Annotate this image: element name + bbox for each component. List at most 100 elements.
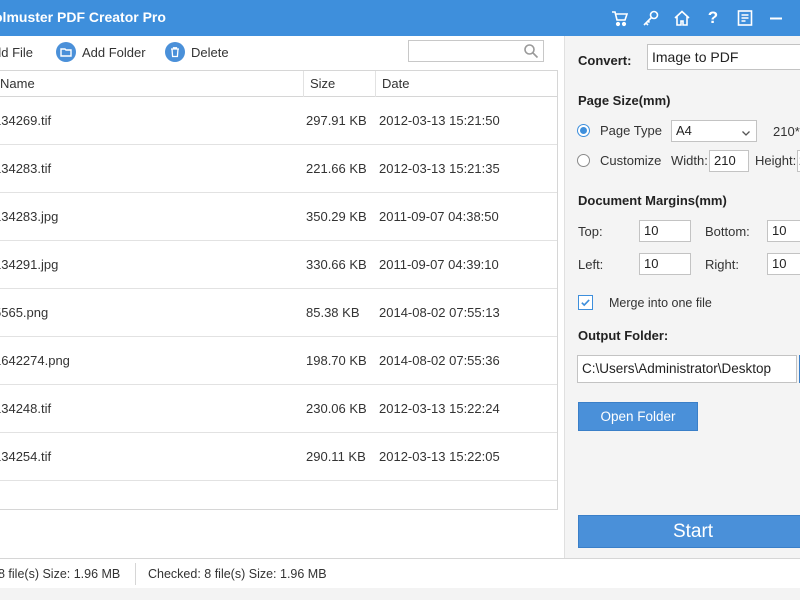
right-margin-label: Right: xyxy=(705,257,739,272)
table-body: 134269.tif297.91 KB2012-03-13 15:21:5013… xyxy=(0,97,557,481)
page-type-label: Page Type xyxy=(600,123,662,138)
margins-heading: Document Margins(mm) xyxy=(578,193,727,208)
table-row[interactable]: 1642274.png 198.70 KB 2014-08-02 07:55:36 xyxy=(0,337,557,385)
top-margin-label: Top: xyxy=(578,224,603,239)
add-folder-label: Add Folder xyxy=(82,44,146,60)
search-box xyxy=(408,40,544,62)
chevron-down-icon xyxy=(740,125,752,137)
left-margin-input[interactable]: 10 xyxy=(639,253,691,275)
delete-label: Delete xyxy=(191,44,229,60)
checkmark-icon xyxy=(581,299,590,307)
file-size: 85.38 KB xyxy=(306,305,360,320)
table-row[interactable]: 134283.tif 221.66 KB 2012-03-13 15:21:35 xyxy=(0,145,557,193)
file-name: 134291.jpg xyxy=(0,257,59,272)
customize-radio[interactable] xyxy=(577,154,590,167)
open-folder-label: Open Folder xyxy=(600,409,676,424)
convert-label: Convert: xyxy=(578,53,632,68)
add-file-button[interactable]: dd File xyxy=(0,41,33,63)
customize-label: Customize xyxy=(600,153,662,168)
start-label: Start xyxy=(672,520,714,542)
search-icon[interactable] xyxy=(523,43,539,59)
status-bar: 8 file(s) Size: 1.96 MB Checked: 8 file(… xyxy=(0,558,800,588)
page-type-value: A4 xyxy=(676,123,692,138)
file-list-panel: dd File Add Folder Delete Name Size Date xyxy=(0,36,564,558)
file-date: 2012-03-13 15:21:50 xyxy=(379,113,500,128)
page-dimensions: 210*2 xyxy=(773,124,800,139)
file-name: 134248.tif xyxy=(0,401,52,416)
trash-icon xyxy=(165,42,185,62)
table-header: Name Size Date xyxy=(0,71,557,97)
file-name: 134269.tif xyxy=(0,113,52,128)
bottom-margin-value: 10 xyxy=(772,223,787,238)
start-button[interactable]: Start xyxy=(578,515,800,548)
column-header-size[interactable]: Size xyxy=(303,71,375,97)
file-date: 2012-03-13 15:21:35 xyxy=(379,161,500,176)
file-size: 221.66 KB xyxy=(306,161,367,176)
home-icon[interactable] xyxy=(672,8,692,28)
height-label: Height: xyxy=(755,153,797,168)
status-checked: Checked: 8 file(s) Size: 1.96 MB xyxy=(148,567,327,581)
window-title: olmuster PDF Creator Pro xyxy=(0,9,166,25)
open-folder-button[interactable]: Open Folder xyxy=(578,402,698,431)
table-row[interactable]: 134283.jpg 350.29 KB 2011-09-07 04:38:50 xyxy=(0,193,557,241)
file-name: 5565.png xyxy=(0,305,49,320)
file-size: 230.06 KB xyxy=(306,401,367,416)
page-type-radio[interactable] xyxy=(577,124,590,137)
output-path-input[interactable]: C:\Users\Administrator\Desktop xyxy=(577,355,797,383)
file-size: 350.29 KB xyxy=(306,209,367,224)
file-date: 2011-09-07 04:38:50 xyxy=(379,209,499,224)
title-bar: olmuster PDF Creator Pro ? xyxy=(0,0,800,36)
file-date: 2012-03-13 15:22:05 xyxy=(379,449,500,464)
file-name: 1642274.png xyxy=(0,353,70,368)
status-total: 8 file(s) Size: 1.96 MB xyxy=(0,567,121,581)
feedback-icon[interactable] xyxy=(735,8,755,28)
toolbar: dd File Add Folder Delete xyxy=(0,36,564,68)
width-input[interactable]: 210 xyxy=(709,150,749,172)
convert-select[interactable]: Image to PDF xyxy=(647,44,800,70)
width-label: Width: xyxy=(671,153,708,168)
top-margin-input[interactable]: 10 xyxy=(639,220,691,242)
file-size: 290.11 KB xyxy=(306,449,366,464)
search-input[interactable] xyxy=(409,41,517,61)
file-name: 134254.tif xyxy=(0,449,52,464)
status-divider xyxy=(135,563,136,585)
column-header-name[interactable]: Name xyxy=(0,71,303,97)
file-size: 297.91 KB xyxy=(306,113,367,128)
output-path-value: C:\Users\Administrator\Desktop xyxy=(582,361,772,376)
column-header-date[interactable]: Date xyxy=(375,71,557,97)
file-size: 198.70 KB xyxy=(306,353,367,368)
table-row[interactable]: 134291.jpg 330.66 KB 2011-09-07 04:39:10 xyxy=(0,241,557,289)
table-row[interactable]: 134254.tif 290.11 KB 2012-03-13 15:22:05 xyxy=(0,433,557,481)
delete-button[interactable]: Delete xyxy=(165,41,229,63)
file-size: 330.66 KB xyxy=(306,257,367,272)
settings-panel: Convert: Image to PDF Page Size(mm) Page… xyxy=(564,36,800,558)
table-row[interactable]: 134269.tif 297.91 KB 2012-03-13 15:21:50 xyxy=(0,97,557,145)
key-icon[interactable] xyxy=(641,8,661,28)
page-type-select[interactable]: A4 xyxy=(671,120,757,142)
file-table: Name Size Date 134269.tif 297.91 KB 2012-0… xyxy=(0,70,558,510)
merge-checkbox[interactable] xyxy=(578,295,593,310)
bottom-margin-input[interactable]: 10 xyxy=(767,220,800,242)
add-folder-button[interactable]: Add Folder xyxy=(56,41,146,63)
minimize-icon[interactable] xyxy=(766,8,786,28)
merge-label: Merge into one file xyxy=(609,296,712,310)
file-name: 134283.jpg xyxy=(0,209,59,224)
file-date: 2014-08-02 07:55:36 xyxy=(379,353,500,368)
file-date: 2011-09-07 04:39:10 xyxy=(379,257,499,272)
right-margin-input[interactable]: 10 xyxy=(767,253,800,275)
page-size-heading: Page Size(mm) xyxy=(578,93,671,108)
file-date: 2014-08-02 07:55:13 xyxy=(379,305,500,320)
help-icon[interactable]: ? xyxy=(703,8,723,28)
file-name: 134283.tif xyxy=(0,161,52,176)
window-bottom-edge xyxy=(0,588,800,600)
left-margin-label: Left: xyxy=(578,257,604,272)
width-value: 210 xyxy=(714,153,736,168)
output-folder-heading: Output Folder: xyxy=(578,328,669,343)
table-row[interactable]: 134248.tif 230.06 KB 2012-03-13 15:22:24 xyxy=(0,385,557,433)
file-date: 2012-03-13 15:22:24 xyxy=(379,401,500,416)
add-file-label: dd File xyxy=(0,44,34,60)
cart-icon[interactable] xyxy=(610,8,630,28)
table-row[interactable]: 5565.png 85.38 KB 2014-08-02 07:55:13 xyxy=(0,289,557,337)
right-margin-value: 10 xyxy=(772,256,787,271)
left-margin-value: 10 xyxy=(644,256,659,271)
